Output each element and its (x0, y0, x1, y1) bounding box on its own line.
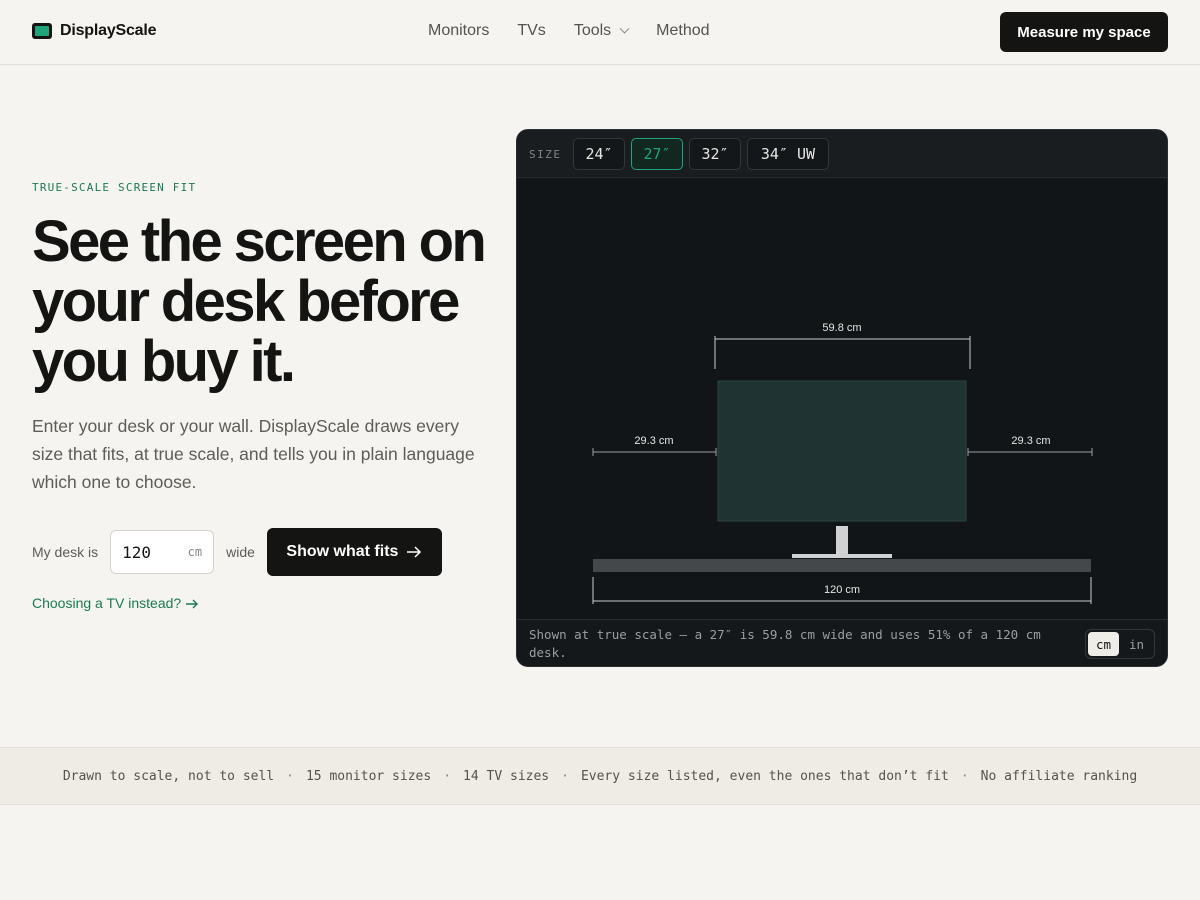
screen-width-label: 59.8 cm (822, 322, 861, 334)
chevron-down-icon (619, 23, 630, 34)
size-option-32[interactable]: 32″ (689, 138, 741, 170)
size-selector-label: SIZE (529, 148, 562, 161)
desk-width-unit: cm (187, 545, 203, 559)
show-what-fits-button[interactable]: Show what fits (266, 528, 442, 576)
desk-width-value: 120 (122, 542, 152, 562)
scale-preview-panel: SIZE 24″ 27″ 32″ 34″ UW 59.8 cm 29.3 cm (516, 129, 1168, 667)
desk-surface (593, 559, 1091, 572)
desk-width-dimension: 120 cm (592, 577, 1092, 604)
size-option-24[interactable]: 24″ (573, 138, 625, 170)
measure-space-button[interactable]: Measure my space (1000, 12, 1168, 52)
desk-label: My desk is (32, 544, 99, 560)
desk-width-form: My desk is 120 cm wide Show what fits (32, 528, 442, 576)
unit-option-cm[interactable]: cm (1088, 632, 1119, 656)
left-gap-label: 29.3 cm (634, 435, 673, 447)
strip-item: Every size listed, even the ones that do… (580, 768, 949, 784)
nav-monitors[interactable]: Monitors (428, 22, 489, 40)
tv-instead-link[interactable]: Choosing a TV instead? (32, 595, 199, 611)
strip-separator: · (286, 768, 294, 784)
tv-instead-label: Choosing a TV instead? (32, 595, 182, 611)
left-gap-dimension: 29.3 cm (592, 435, 717, 456)
preview-footer: Shown at true scale — a 27″ is 59.8 cm w… (517, 619, 1167, 666)
nav-method[interactable]: Method (656, 22, 709, 40)
monitor-screen (717, 380, 967, 522)
arrow-right-icon (407, 546, 422, 558)
nav-tools[interactable]: Tools (573, 22, 630, 40)
arrow-right-icon (186, 599, 199, 609)
strip-item: 14 TV sizes (463, 768, 550, 784)
brand-name: DisplayScale (60, 22, 157, 39)
strip-separator: · (443, 768, 452, 784)
brand-logo[interactable]: DisplayScale (32, 22, 157, 40)
right-gap-dimension: 29.3 cm (967, 435, 1093, 456)
size-option-27[interactable]: 27″ (631, 138, 683, 170)
nav-tvs[interactable]: TVs (517, 22, 545, 40)
right-gap-label: 29.3 cm (1011, 435, 1050, 447)
strip-separator: · (561, 768, 569, 784)
size-option-34-uw[interactable]: 34″ UW (747, 138, 829, 170)
nav-tools-label: Tools (573, 22, 612, 39)
desk-suffix: wide (226, 544, 255, 560)
hero-eyebrow: TRUE-SCALE SCREEN FIT (32, 181, 197, 194)
scale-stage: 59.8 cm 29.3 cm 29.3 cm 120 cm (517, 179, 1167, 619)
scale-caption: Shown at true scale — a 27″ is 59.8 cm w… (529, 627, 1041, 660)
strip-item: 15 monitor sizes (305, 768, 432, 784)
strip-item: No affiliate ranking (980, 768, 1138, 784)
hero-title: See the screen on your desk before you b… (32, 209, 487, 394)
site-header: DisplayScale Monitors TVs Tools Method M… (0, 0, 1200, 65)
show-what-fits-label: Show what fits (286, 543, 399, 560)
desk-width-label: 120 cm (824, 584, 860, 596)
strip-separator: · (960, 768, 969, 784)
trust-strip: Drawn to scale, not to sell · 15 monitor… (0, 747, 1200, 805)
unit-toggle: cm in (1085, 629, 1155, 659)
screen-width-dimension: 59.8 cm (714, 322, 971, 369)
size-selector: SIZE 24″ 27″ 32″ 34″ UW (517, 130, 1167, 178)
monitor-stand-neck (836, 526, 848, 556)
scale-drawing: 59.8 cm 29.3 cm 29.3 cm 120 cm (592, 322, 1093, 604)
monitor-stand-base (792, 554, 892, 558)
strip-item: Drawn to scale, not to sell (62, 768, 275, 784)
monitor-logo-icon (32, 23, 52, 39)
main-nav: Monitors TVs Tools Method (428, 22, 710, 40)
unit-option-in[interactable]: in (1121, 632, 1152, 656)
desk-width-input[interactable]: 120 cm (110, 530, 215, 574)
hero-lead: Enter your desk or your wall. DisplaySca… (32, 416, 475, 492)
